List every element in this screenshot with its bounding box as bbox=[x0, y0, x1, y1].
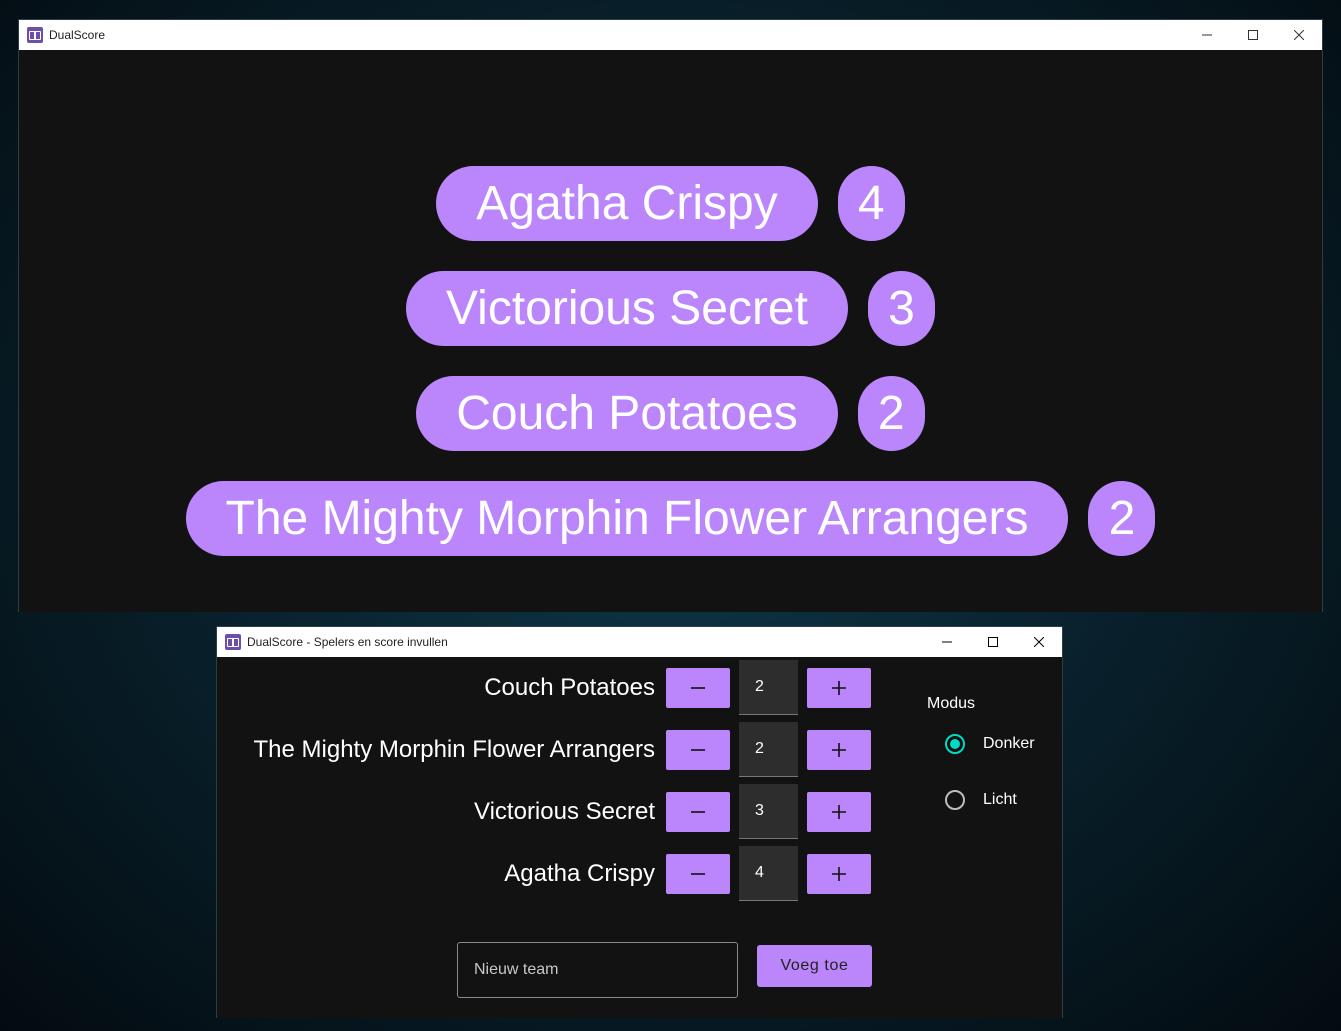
increment-score-button[interactable] bbox=[807, 792, 871, 832]
team-score-pill: 3 bbox=[867, 271, 935, 346]
maximize-button[interactable] bbox=[970, 627, 1016, 657]
team-name-pill: The Mighty Morphin Flower Arrangers bbox=[185, 481, 1069, 556]
team-name-pill: Agatha Crispy bbox=[436, 166, 818, 241]
new-team-input[interactable] bbox=[457, 942, 738, 998]
title-bar[interactable]: DualScore - Spelers en score invullen bbox=[217, 627, 1062, 657]
team-name-pill: Victorious Secret bbox=[406, 271, 848, 346]
window-controls bbox=[1184, 20, 1322, 50]
maximize-button[interactable] bbox=[1230, 20, 1276, 50]
scoreboard-row: Agatha Crispy 4 bbox=[19, 166, 1322, 241]
minus-icon bbox=[691, 873, 705, 875]
team-row: Agatha Crispy 4 bbox=[217, 846, 872, 901]
scoreboard-window: DualScore Agatha Crispy 4 Victorious Sec… bbox=[18, 19, 1323, 612]
plus-icon bbox=[832, 743, 846, 757]
team-score-pill: 2 bbox=[1088, 481, 1156, 556]
team-name-pill: Couch Potatoes bbox=[416, 376, 838, 451]
mode-label: Modus bbox=[927, 695, 976, 712]
team-row: Victorious Secret 3 bbox=[217, 784, 872, 839]
mode-option-light[interactable]: Licht bbox=[945, 790, 1017, 810]
score-field[interactable]: 3 bbox=[739, 784, 798, 839]
app-icon bbox=[225, 634, 241, 650]
window-title: DualScore bbox=[49, 28, 106, 42]
team-name-label: Couch Potatoes bbox=[484, 674, 655, 701]
scoreboard-row: Couch Potatoes 2 bbox=[19, 376, 1322, 451]
increment-score-button[interactable] bbox=[807, 730, 871, 770]
scoreboard: Agatha Crispy 4 Victorious Secret 3 Couc… bbox=[19, 50, 1322, 612]
team-score-pill: 2 bbox=[857, 376, 925, 451]
increment-score-button[interactable] bbox=[807, 854, 871, 894]
minus-icon bbox=[691, 687, 705, 689]
minus-icon bbox=[691, 811, 705, 813]
decrement-score-button[interactable] bbox=[666, 668, 730, 708]
close-icon bbox=[1034, 637, 1044, 647]
control-window: DualScore - Spelers en score invullen Co… bbox=[216, 626, 1063, 1018]
maximize-icon bbox=[988, 637, 998, 647]
team-name-label: The Mighty Morphin Flower Arrangers bbox=[253, 736, 655, 763]
maximize-icon bbox=[1248, 30, 1258, 40]
increment-score-button[interactable] bbox=[807, 668, 871, 708]
add-team-button[interactable]: Voeg toe bbox=[757, 945, 872, 987]
team-row: The Mighty Morphin Flower Arrangers 2 bbox=[217, 722, 872, 777]
scoreboard-row: The Mighty Morphin Flower Arrangers 2 bbox=[19, 481, 1322, 556]
team-name-label: Agatha Crispy bbox=[504, 860, 655, 887]
close-button[interactable] bbox=[1276, 20, 1322, 50]
score-field[interactable]: 2 bbox=[739, 722, 798, 777]
close-icon bbox=[1294, 30, 1304, 40]
plus-icon bbox=[832, 805, 846, 819]
app-icon bbox=[27, 27, 43, 43]
radio-button-unchecked[interactable] bbox=[945, 790, 965, 810]
minimize-icon bbox=[942, 641, 952, 643]
minimize-button[interactable] bbox=[1184, 20, 1230, 50]
decrement-score-button[interactable] bbox=[666, 730, 730, 770]
team-name-label: Victorious Secret bbox=[474, 798, 655, 825]
minimize-button[interactable] bbox=[924, 627, 970, 657]
control-panel: Couch Potatoes 2 The Mighty Morphin Flow… bbox=[217, 657, 1062, 1018]
score-field[interactable]: 2 bbox=[739, 660, 798, 715]
mode-option-label: Donker bbox=[983, 735, 1035, 752]
scoreboard-row: Victorious Secret 3 bbox=[19, 271, 1322, 346]
plus-icon bbox=[832, 681, 846, 695]
mode-option-dark[interactable]: Donker bbox=[945, 734, 1035, 754]
plus-icon bbox=[832, 867, 846, 881]
score-field[interactable]: 4 bbox=[739, 846, 798, 901]
close-button[interactable] bbox=[1016, 627, 1062, 657]
window-controls bbox=[924, 627, 1062, 657]
team-row: Couch Potatoes 2 bbox=[217, 660, 872, 715]
radio-button-checked[interactable] bbox=[945, 734, 965, 754]
decrement-score-button[interactable] bbox=[666, 792, 730, 832]
title-bar[interactable]: DualScore bbox=[19, 20, 1322, 50]
minimize-icon bbox=[1202, 34, 1212, 36]
decrement-score-button[interactable] bbox=[666, 854, 730, 894]
minus-icon bbox=[691, 749, 705, 751]
mode-option-label: Licht bbox=[983, 791, 1017, 808]
window-title: DualScore - Spelers en score invullen bbox=[247, 635, 448, 649]
team-score-pill: 4 bbox=[837, 166, 905, 241]
